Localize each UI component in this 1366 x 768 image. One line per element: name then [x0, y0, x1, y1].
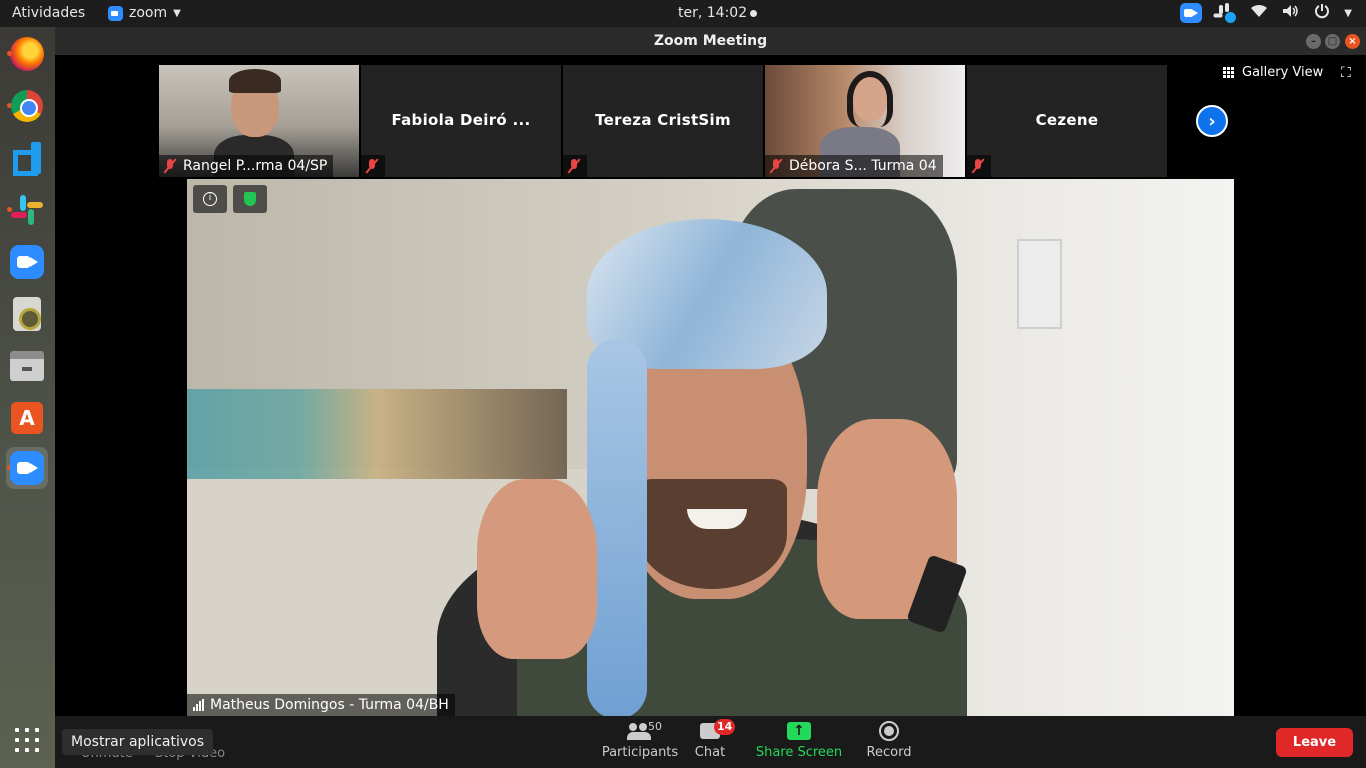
record-icon: [879, 721, 899, 741]
gallery-view-label: Gallery View: [1242, 65, 1324, 80]
zoom-tray-icon[interactable]: [1180, 3, 1203, 23]
participants-button[interactable]: 50 Participants: [590, 720, 690, 760]
active-speaker-video[interactable]: i Matheus Domingos - Turma 04/BH: [187, 179, 1234, 716]
participant-label: [361, 155, 385, 177]
meeting-info-button[interactable]: i: [193, 185, 227, 213]
app-store-icon: A: [11, 402, 43, 434]
participant-name: Rangel P...rma 04/SP: [183, 158, 328, 174]
dock-firefox[interactable]: [6, 33, 48, 75]
notification-dot: [750, 9, 758, 17]
mic-muted-icon: [163, 158, 177, 174]
dock-speaker-app[interactable]: [6, 293, 48, 335]
chat-button[interactable]: 14 Chat: [685, 719, 736, 760]
minimize-button[interactable]: –: [1306, 34, 1321, 49]
zoom-icon: [10, 451, 44, 485]
mic-muted-icon: [769, 158, 783, 174]
beard: [637, 479, 787, 589]
participant-name: Cezene: [1035, 111, 1099, 129]
dock-files[interactable]: [6, 345, 48, 387]
participant-tile[interactable]: Tereza CristSim: [563, 65, 763, 177]
dock-app-store[interactable]: A: [6, 397, 48, 439]
participant-name: Tereza CristSim: [595, 111, 731, 129]
fullscreen-icon[interactable]: ⛶: [1341, 65, 1351, 81]
participant-name: Débora S... Turma 04: [789, 158, 937, 174]
participant-label: Débora S... Turma 04: [765, 155, 943, 177]
gallery-view-button[interactable]: Gallery View: [1223, 65, 1323, 80]
dock-zoom-meeting[interactable]: [6, 447, 48, 489]
dock-zoom[interactable]: [6, 241, 48, 283]
system-tray: ▼: [1180, 3, 1352, 23]
mic-muted-icon: [567, 158, 581, 174]
vscode-icon: [11, 142, 43, 174]
participant-name: Fabiola Deiró ...: [391, 111, 531, 129]
firefox-icon: [10, 37, 44, 71]
mic-muted-icon: [365, 158, 379, 174]
share-screen-label: Share Screen: [755, 745, 843, 760]
chat-icon: 14: [700, 719, 736, 739]
participant-tile[interactable]: Fabiola Deiró ...: [361, 65, 561, 177]
app-grid-icon: [15, 728, 39, 752]
slack-icon: [11, 195, 43, 225]
meeting-toolbar: Unmute Stop Video 50 Participants 14 Cha…: [55, 716, 1366, 768]
window-title: Zoom Meeting: [653, 33, 768, 49]
grid-icon: [1223, 67, 1234, 78]
shield-icon: [244, 192, 256, 206]
dock: A: [0, 27, 55, 768]
app-menu-label: zoom: [129, 5, 168, 21]
leave-button[interactable]: Leave: [1276, 728, 1353, 757]
share-screen-button[interactable]: ↑ Share Screen: [755, 720, 843, 760]
speaker-name: Matheus Domingos - Turma 04/BH: [210, 697, 449, 713]
clock[interactable]: ter, 14:02: [678, 5, 758, 21]
participants-count: 50: [648, 720, 662, 733]
files-icon: [10, 351, 44, 381]
dock-chrome[interactable]: [6, 85, 48, 127]
record-button[interactable]: Record: [859, 720, 919, 760]
clock-label: ter, 14:02: [678, 5, 748, 21]
system-top-bar: Atividades zoom ▼ ter, 14:02 ▼: [0, 0, 1366, 27]
left-thumb-hand: [477, 479, 597, 659]
app-menu[interactable]: zoom ▼: [108, 5, 181, 21]
record-label: Record: [866, 745, 912, 760]
chat-badge: 14: [714, 719, 736, 735]
share-screen-icon: ↑: [787, 722, 811, 740]
chrome-icon: [11, 90, 43, 122]
speaker-label: Matheus Domingos - Turma 04/BH: [187, 694, 455, 716]
chevron-down-icon: ▼: [173, 7, 181, 19]
close-button[interactable]: ×: [1345, 34, 1360, 49]
volume-icon[interactable]: [1282, 4, 1300, 22]
wifi-icon[interactable]: [1250, 4, 1268, 22]
shelf-items: [187, 389, 567, 479]
slack-tray-icon[interactable]: [1213, 3, 1237, 23]
speaker-app-icon: [13, 297, 41, 331]
participant-tile[interactable]: Débora S... Turma 04: [765, 65, 965, 177]
encryption-button[interactable]: [233, 185, 267, 213]
participant-tile[interactable]: Cezene: [967, 65, 1167, 177]
participant-label: [967, 155, 991, 177]
show-apps-button[interactable]: [6, 719, 48, 761]
show-apps-tooltip: Mostrar aplicativos: [62, 729, 214, 755]
mic-muted-icon: [971, 158, 985, 174]
info-icon: i: [203, 192, 217, 206]
meeting-area: Rangel P...rma 04/SP Fabiola Deiró ... T…: [55, 55, 1366, 716]
signal-strength-icon: [193, 699, 204, 711]
power-icon[interactable]: [1314, 3, 1330, 23]
participant-label: [563, 155, 587, 177]
zoom-app-icon: [108, 5, 123, 21]
chat-label: Chat: [694, 745, 726, 760]
next-page-button[interactable]: ›: [1196, 105, 1228, 137]
chevron-right-icon: ›: [1208, 110, 1216, 132]
participant-label: Rangel P...rma 04/SP: [159, 155, 334, 177]
dock-slack[interactable]: [6, 189, 48, 231]
participants-label: Participants: [601, 745, 679, 760]
zoom-icon: [10, 245, 44, 279]
chevron-down-icon[interactable]: ▼: [1344, 8, 1352, 19]
maximize-button[interactable]: □: [1325, 34, 1340, 49]
window-title-bar: Zoom Meeting – □ ×: [55, 27, 1366, 55]
activities-button[interactable]: Atividades: [12, 5, 85, 21]
towel-left: [587, 339, 647, 716]
wall-outlet: [1017, 239, 1062, 329]
participant-tile[interactable]: Rangel P...rma 04/SP: [159, 65, 359, 177]
dock-vscode[interactable]: [6, 137, 48, 179]
